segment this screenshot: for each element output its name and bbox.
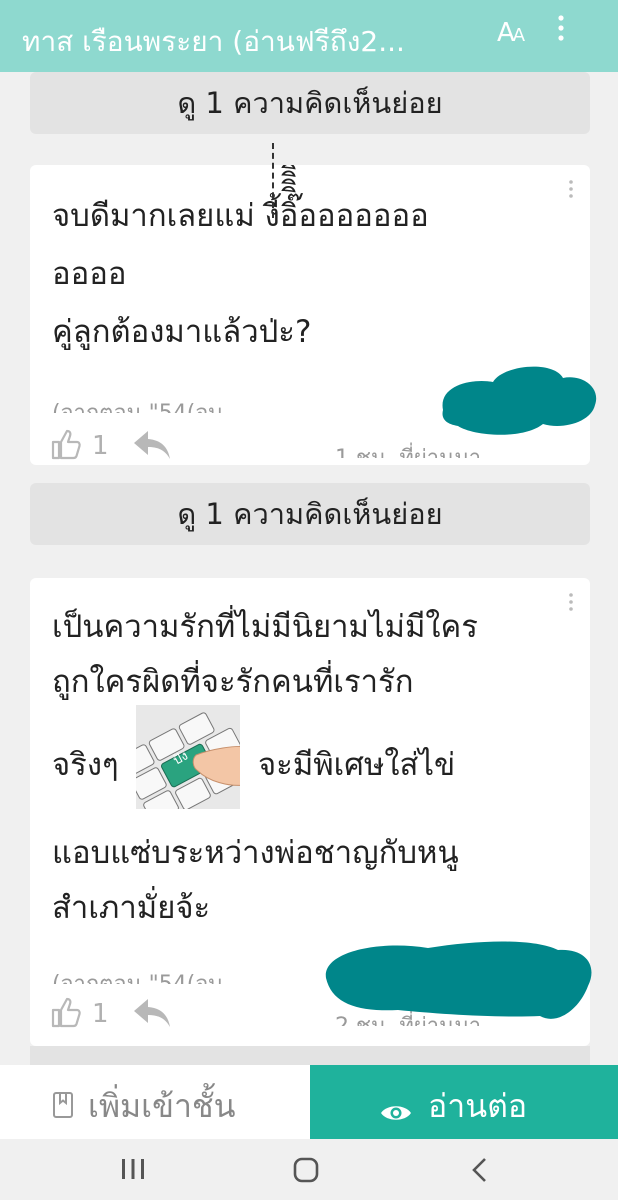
add-to-shelf-label: เพิ่มเข้าชั้น	[88, 1087, 236, 1125]
read-next-label: อ่านต่อ	[428, 1087, 528, 1125]
comment-line: แอบแซ่บระหว่างพ่อชาญกับหนู	[52, 835, 459, 871]
book-icon	[52, 1089, 76, 1127]
more-options-icon[interactable]	[568, 592, 574, 612]
font-size-label-big: A	[497, 18, 515, 48]
view-replies-button[interactable]: ดู 1 ความคิดเห็นย่อย	[30, 483, 590, 545]
next-section-edge	[30, 1046, 590, 1065]
font-size-icon[interactable]: AA	[497, 18, 525, 48]
comment-line: เป็นความรักที่ไม่มีนิยามไม่มีใคร	[52, 609, 478, 645]
comment-source[interactable]: (จากตอน "54(จบ	[52, 966, 222, 984]
like-icon[interactable]	[50, 427, 84, 465]
home-icon[interactable]	[292, 1157, 320, 1187]
comment-line: ออออ	[52, 256, 127, 292]
read-next-button[interactable]: อ่านต่อ	[310, 1065, 618, 1139]
view-replies-button[interactable]: ดู 1 ความคิดเห็นย่อย	[30, 72, 590, 134]
reply-icon[interactable]	[132, 429, 172, 465]
comment-line-with-sticker: จริงๆ จะมีพิเศษใส่ไข่	[52, 710, 552, 826]
more-options-icon[interactable]	[568, 179, 574, 199]
reply-icon[interactable]	[132, 997, 172, 1033]
comment-time: 1 ชม. ที่ผ่านมา	[335, 440, 481, 458]
font-size-label-small: A	[512, 25, 525, 46]
app-bar: ทาส เรือนพระยา (อ่านฟรีถึง2... AA	[0, 0, 618, 72]
comment-text: เป็นความรักที่ไม่มีนิยามไม่มีใคร ถูกใครผ…	[52, 600, 552, 936]
more-vertical-icon[interactable]	[556, 14, 566, 52]
system-nav-bar	[0, 1139, 618, 1200]
add-to-shelf-button[interactable]: เพิ่มเข้าชั้น	[0, 1065, 310, 1139]
comment-line: คู่ลูกต้องมาแล้วป่ะ?	[52, 314, 312, 350]
comment-inline-text: จะมีพิเศษใส่ไข่	[258, 747, 456, 783]
redaction-scribble	[325, 941, 592, 1019]
comment-line: สำเภามั่ยจ้ะ	[52, 890, 211, 926]
comment-source[interactable]: (จากตอน "54(จบ	[52, 395, 222, 413]
redaction-scribble	[442, 366, 597, 435]
comment-text: จบดีมากเลยแม่ งี้อิ๊ิิิิอออออออ ออออ คู่…	[52, 187, 552, 361]
comment-line: ถูกใครผิดที่จะรักคนที่เรารัก	[52, 664, 414, 700]
like-count: 1	[92, 431, 109, 461]
like-count: 1	[92, 999, 109, 1029]
comment-inline-text: จริงๆ	[52, 747, 119, 783]
text-cursor-line	[272, 143, 274, 218]
like-icon[interactable]	[50, 995, 84, 1033]
eye-icon	[380, 1093, 412, 1131]
comment-line: จบดีมากเลยแม่ งี้อิ๊ิิิิอออออออ	[52, 198, 429, 234]
bottom-action-bar: เพิ่มเข้าชั้น อ่านต่อ	[0, 1065, 618, 1139]
keyboard-sticker-image: ปัง	[136, 705, 240, 809]
app-bar-title: ทาส เรือนพระยา (อ่านฟรีถึง2...	[22, 25, 405, 58]
recents-icon[interactable]	[120, 1157, 146, 1185]
back-icon[interactable]	[470, 1157, 490, 1187]
